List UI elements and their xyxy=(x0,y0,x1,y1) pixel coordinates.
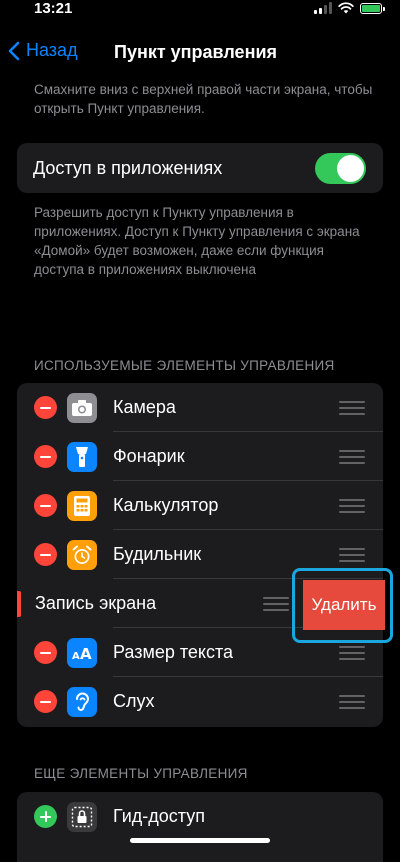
remove-button[interactable] xyxy=(34,690,57,713)
control-label: Размер текста xyxy=(113,642,234,662)
control-row-hearing: Слух xyxy=(17,677,383,726)
reorder-handle[interactable] xyxy=(339,646,365,664)
home-indicator xyxy=(130,838,270,843)
status-bar: 13:21 xyxy=(0,0,400,20)
delete-button[interactable]: Удалить xyxy=(303,580,385,630)
control-label: Гид-доступ xyxy=(113,806,205,826)
remove-button[interactable] xyxy=(34,641,57,664)
flashlight-icon xyxy=(67,442,97,472)
access-label: Доступ в приложениях xyxy=(33,157,223,178)
control-label: Запись экрана xyxy=(35,593,157,613)
remove-button[interactable] xyxy=(34,494,57,517)
control-label: Будильник xyxy=(113,544,202,564)
status-time: 13:21 xyxy=(34,0,73,17)
wifi-icon xyxy=(338,2,354,14)
delete-highlight-frame: Удалить xyxy=(292,568,393,643)
more-controls-list: Гид-доступ xyxy=(17,792,383,862)
text-size-icon: AA xyxy=(67,638,97,668)
status-icons xyxy=(314,2,385,14)
page-title: Пункт управления xyxy=(114,42,278,62)
control-row-guided-access: Гид-доступ xyxy=(17,792,383,841)
control-label: Слух xyxy=(113,691,155,711)
back-label: Назад xyxy=(26,40,78,60)
remove-button[interactable] xyxy=(34,396,57,419)
cellular-signal-icon xyxy=(314,2,332,14)
nav-bar: Назад Пункт управления xyxy=(0,30,400,74)
back-button[interactable]: Назад xyxy=(8,40,78,61)
control-label: Фонарик xyxy=(113,446,185,466)
access-hint: Разрешить доступ к Пункту управления в п… xyxy=(34,205,360,277)
calculator-icon xyxy=(67,491,97,521)
control-label: Камера xyxy=(113,397,176,417)
more-section-header: ЕЩЕ ЭЛЕМЕНТЫ УПРАВЛЕНИЯ xyxy=(34,766,248,781)
alarm-icon xyxy=(67,540,97,570)
reorder-handle[interactable] xyxy=(339,450,365,468)
control-row-camera: Камера xyxy=(17,383,383,432)
top-hint: Смахните вниз с верхней правой части экр… xyxy=(34,82,373,116)
access-row: Доступ в приложениях xyxy=(17,143,383,193)
access-toggle[interactable] xyxy=(315,153,366,184)
add-button[interactable] xyxy=(34,805,57,828)
battery-icon xyxy=(360,2,385,14)
reorder-handle[interactable] xyxy=(263,597,289,615)
reorder-handle[interactable] xyxy=(339,695,365,713)
remove-button[interactable] xyxy=(34,543,57,566)
control-label: Калькулятор xyxy=(113,495,219,515)
chevron-left-icon xyxy=(8,41,20,60)
included-controls-list: Камера Фонарик Калькулятор Будильник Зап… xyxy=(17,383,383,727)
camera-icon xyxy=(67,393,97,423)
hearing-icon xyxy=(67,687,97,717)
reorder-handle[interactable] xyxy=(339,499,365,517)
included-section-header: ИСПОЛЬЗУЕМЫЕ ЭЛЕМЕНТЫ УПРАВЛЕНИЯ xyxy=(34,358,335,373)
toggle-knob xyxy=(337,155,364,182)
access-group: Доступ в приложениях xyxy=(17,143,383,193)
screen-record-icon xyxy=(17,591,21,617)
svg-text:A: A xyxy=(72,651,80,662)
guided-access-icon xyxy=(67,802,97,832)
svg-text:A: A xyxy=(80,645,92,662)
control-row-calculator: Калькулятор xyxy=(17,481,383,530)
remove-button[interactable] xyxy=(34,445,57,468)
reorder-handle[interactable] xyxy=(339,548,365,566)
reorder-handle[interactable] xyxy=(339,401,365,419)
control-row-flashlight: Фонарик xyxy=(17,432,383,481)
